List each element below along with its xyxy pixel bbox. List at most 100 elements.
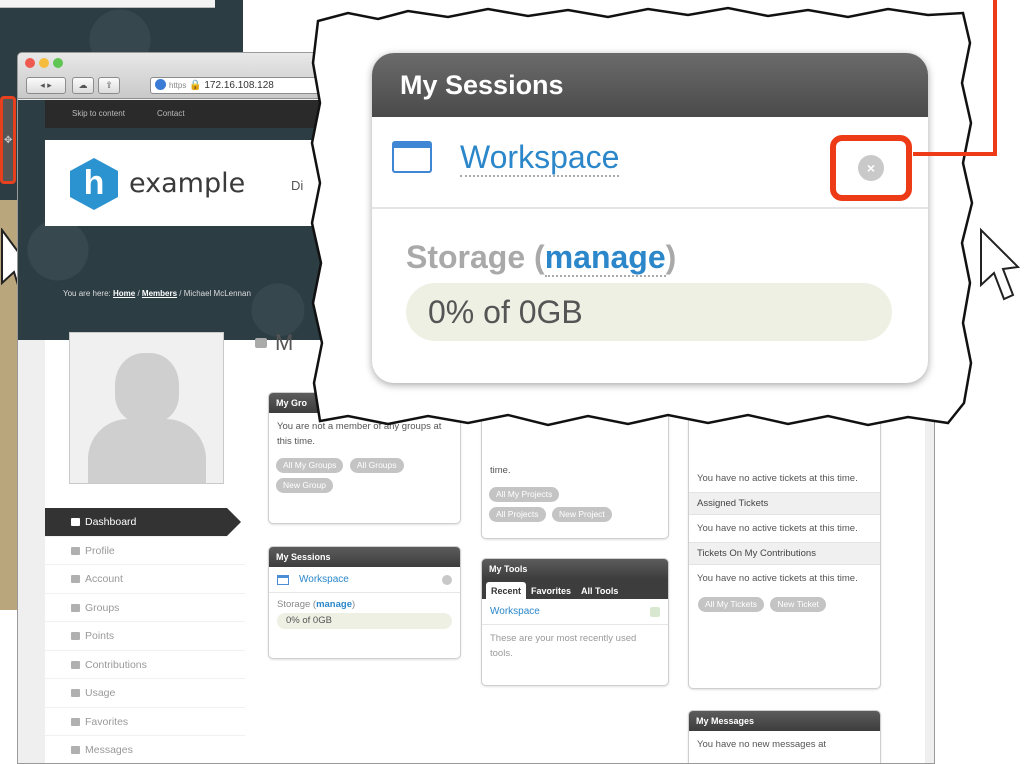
session-row[interactable]: Workspace xyxy=(269,567,460,593)
manage-storage-link[interactable]: manage xyxy=(316,599,352,610)
sidebar-item-label: Profile xyxy=(85,544,115,557)
chart-icon xyxy=(71,689,80,697)
zoom-window-button[interactable] xyxy=(53,58,63,68)
avatar[interactable] xyxy=(69,332,224,484)
module-title: My Tools xyxy=(482,559,668,579)
module-text: You have no active tickets at this time. xyxy=(697,573,858,584)
gears-icon xyxy=(71,575,80,583)
globe-icon xyxy=(155,79,166,90)
close-session-icon[interactable] xyxy=(442,575,452,585)
zoomed-session-row[interactable]: Workspace × xyxy=(372,117,928,209)
module-title: My Messages xyxy=(689,711,880,731)
tool-name-link[interactable]: Workspace xyxy=(490,606,540,617)
tool-row[interactable]: Workspace xyxy=(482,599,668,625)
storage-label-close: ) xyxy=(351,599,356,610)
cursor-arrow-icon xyxy=(980,227,1021,301)
share-icon[interactable]: ⇪ xyxy=(98,77,120,94)
sidebar-item-contributions[interactable]: Contributions xyxy=(45,651,245,679)
resize-grip-highlight[interactable]: ✥ xyxy=(0,96,16,184)
all-groups-button[interactable]: All Groups xyxy=(349,458,404,473)
close-session-highlight[interactable]: × xyxy=(830,135,912,201)
all-my-tickets-button[interactable]: All My Tickets xyxy=(698,597,764,612)
zoomed-sessions-module: My Sessions Workspace × Storage (manage)… xyxy=(372,53,928,383)
sidebar-item-label: Groups xyxy=(85,601,120,614)
logo-hex-icon[interactable]: h xyxy=(70,158,118,210)
all-projects-button[interactable]: All Projects xyxy=(489,507,546,522)
user-icon xyxy=(71,546,80,555)
dashboard-icon xyxy=(71,518,80,526)
session-name-link[interactable]: Workspace xyxy=(299,574,349,585)
my-tickets-module: You have no active tickets at this time.… xyxy=(688,392,881,689)
tab-favorites[interactable]: Favorites xyxy=(526,582,576,599)
heart-icon xyxy=(71,717,80,726)
sidebar-item-label: Usage xyxy=(85,687,116,699)
breadcrumb-separator: / xyxy=(179,289,182,298)
avatar-body-shape xyxy=(88,419,206,483)
grip-icon: ✥ xyxy=(4,135,13,146)
sidebar-item-dashboard[interactable]: Dashboard xyxy=(45,508,241,537)
sidebar-item-label: Account xyxy=(85,573,123,585)
add-favorite-icon[interactable] xyxy=(650,607,660,617)
breadcrumb-members[interactable]: Members xyxy=(142,289,177,298)
contact-link[interactable]: Contact xyxy=(157,109,185,118)
storage-label-close: ) xyxy=(665,239,677,275)
tab-all-tools[interactable]: All Tools xyxy=(576,582,623,599)
storage-label: Storage ( xyxy=(277,599,317,610)
sidebar-item-usage[interactable]: Usage xyxy=(45,679,245,708)
envelope-icon xyxy=(71,746,80,754)
sidebar-item-profile[interactable]: Profile xyxy=(45,537,245,565)
main-nav-partial[interactable]: Di xyxy=(291,178,303,193)
zoom-callout: My Sessions Workspace × Storage (manage)… xyxy=(308,3,978,433)
module-text: time. xyxy=(490,465,511,476)
assigned-tickets-header: Assigned Tickets xyxy=(689,492,880,515)
sidebar-item-label: Contributions xyxy=(85,658,147,671)
module-text: You have no new messages at xyxy=(697,739,827,750)
module-title: My Sessions xyxy=(269,547,460,567)
sidebar-item-points[interactable]: Points xyxy=(45,622,245,651)
all-my-groups-button[interactable]: All My Groups xyxy=(276,458,344,473)
tools-tabs: Recent Favorites All Tools xyxy=(482,579,668,599)
sidebar-item-label: Dashboard xyxy=(85,516,137,528)
sidebar-item-favorites[interactable]: Favorites xyxy=(45,708,245,736)
close-window-button[interactable] xyxy=(25,58,35,68)
zoomed-storage-label: Storage (manage) xyxy=(406,239,677,277)
sidebar-item-groups[interactable]: Groups xyxy=(45,594,245,622)
zoomed-module-title: My Sessions xyxy=(372,53,928,117)
new-ticket-button[interactable]: New Ticket xyxy=(770,597,826,612)
module-buttons: All My Projects All Projects New Project xyxy=(482,484,668,524)
breadcrumb-home[interactable]: Home xyxy=(113,289,135,298)
sidebar-item-messages[interactable]: Messages xyxy=(45,736,245,763)
new-project-button[interactable]: New Project xyxy=(551,507,612,522)
module-text: You have no active tickets at this time. xyxy=(697,473,858,484)
new-group-button[interactable]: New Group xyxy=(276,478,333,493)
zoomed-session-name-link[interactable]: Workspace xyxy=(460,139,620,177)
page-title-text: M xyxy=(275,330,294,355)
module-buttons: All My Groups All Groups New Group xyxy=(269,455,460,495)
tab-recent[interactable]: Recent xyxy=(486,582,527,599)
breadcrumb-user: Michael McLennan xyxy=(183,289,251,298)
url-scheme: https xyxy=(169,81,187,90)
sidebar-item-label: Favorites xyxy=(85,715,129,728)
minimize-window-button[interactable] xyxy=(39,58,49,68)
skip-to-content-link[interactable]: Skip to content xyxy=(72,109,125,118)
avatar-head-shape xyxy=(115,353,179,423)
all-my-projects-button[interactable]: All My Projects xyxy=(489,487,560,502)
zoomed-manage-link[interactable]: manage xyxy=(544,239,666,277)
back-forward-buttons[interactable]: ◂ ▸ xyxy=(26,77,66,94)
storage-usage-bar: 0% of 0GB xyxy=(277,613,452,629)
cloud-icon[interactable]: ☁ xyxy=(72,77,94,94)
logo-text[interactable]: example xyxy=(129,168,245,199)
lock-icon xyxy=(255,338,267,348)
sidebar-item-account[interactable]: Account xyxy=(45,565,245,594)
url-host: 172.16.108.128 xyxy=(204,80,274,91)
my-sessions-module: My Sessions Workspace Storage (manage) 0… xyxy=(268,546,461,659)
contrib-tickets-header: Tickets On My Contributions xyxy=(689,542,880,565)
callout-connector-horizontal xyxy=(913,152,997,156)
background-window-titlebar xyxy=(0,0,215,8)
my-messages-module: My Messages You have no new messages at xyxy=(688,710,881,763)
close-icon[interactable]: × xyxy=(858,155,884,181)
module-buttons: All My Tickets New Ticket xyxy=(689,592,880,616)
page-title: M xyxy=(255,330,293,356)
sidebar-item-label: Messages xyxy=(85,744,133,756)
pencil-icon xyxy=(71,660,80,669)
